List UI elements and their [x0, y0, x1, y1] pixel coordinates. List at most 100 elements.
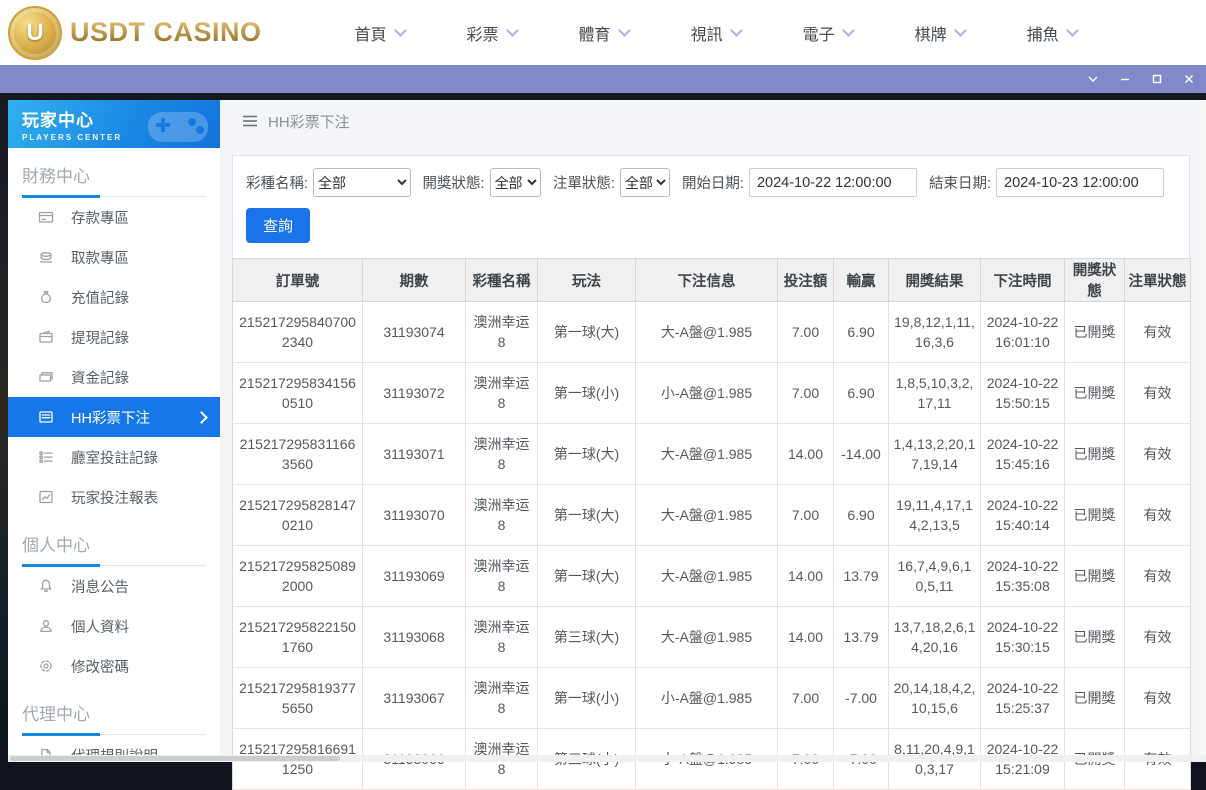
table-cell: 31193072	[363, 363, 466, 424]
column-header: 注單狀態	[1125, 259, 1191, 302]
table-cell: 有效	[1125, 485, 1191, 546]
table-cell: 2152172958407002340	[233, 302, 363, 363]
chevron-down-icon	[842, 24, 855, 37]
chevron-right-icon	[195, 411, 208, 424]
sidebar-item-profile[interactable]: 個人資料	[8, 606, 220, 646]
nav-item-6[interactable]: 捕魚	[996, 21, 1108, 45]
lottery-name-select[interactable]: 全部	[313, 168, 411, 197]
withdraw-icon	[38, 249, 54, 265]
table-cell: 澳洲幸运8	[466, 546, 538, 607]
lottery-name-label: 彩種名稱:	[246, 172, 308, 193]
table-cell: 第一球(大)	[538, 546, 636, 607]
table-cell: 2024-10-22 15:25:37	[981, 668, 1065, 729]
order-status-select[interactable]: 全部	[620, 168, 670, 197]
horizontal-scrollbar[interactable]	[8, 755, 1206, 762]
sidebar-item-lottery-bet[interactable]: HH彩票下注	[8, 397, 220, 437]
window-titlebar	[0, 65, 1206, 93]
nav-item-label: 視訊	[691, 21, 723, 45]
main-nav: 首頁 彩票 體育 視訊 電子棋牌捕魚	[324, 21, 1108, 45]
sidebar-item-announcement[interactable]: 消息公告	[8, 566, 220, 606]
draw-status-select[interactable]: 全部	[490, 168, 541, 197]
sidebar-item-deposit[interactable]: 存款專區	[8, 197, 220, 237]
column-header: 投注額	[778, 259, 834, 302]
start-date-input[interactable]	[749, 168, 917, 197]
chevron-down-icon	[394, 24, 407, 37]
table-cell: -7.00	[834, 668, 889, 729]
column-header: 彩種名稱	[466, 259, 538, 302]
usdt-coin-icon: U	[8, 6, 62, 60]
nav-item-label: 首頁	[355, 21, 387, 45]
withdrawal-record-icon	[38, 329, 54, 345]
end-date-label: 結束日期:	[929, 172, 991, 193]
lottery-bet-icon	[38, 409, 54, 425]
column-header: 輸贏	[834, 259, 889, 302]
scrollbar-thumb[interactable]	[10, 756, 340, 761]
table-cell: 已開獎	[1065, 363, 1125, 424]
window-close-icon[interactable]	[1174, 67, 1204, 91]
sidebar-item-player-report[interactable]: 玩家投注報表	[8, 477, 220, 517]
column-header: 下注時間	[981, 259, 1065, 302]
table-row: 215217295819377565031193067澳洲幸运8第一球(小)小-…	[233, 668, 1191, 729]
sidebar-item-withdrawal-record[interactable]: 提現記錄	[8, 317, 220, 357]
bet-records-table-wrap: 訂單號期數彩種名稱玩法下注信息投注額輸贏開獎結果下注時間開獎狀態注單狀態 215…	[232, 258, 1190, 790]
players-center-header: 玩家中心 PLAYERS CENTER	[8, 100, 220, 148]
nav-item-label: 體育	[579, 21, 611, 45]
sidebar-item-label: 提現記錄	[71, 327, 129, 348]
chevron-down-icon	[506, 24, 519, 37]
window-chevron-down-icon[interactable]	[1078, 67, 1108, 91]
table-row: 215217295822150176031193068澳洲幸运8第三球(大)大-…	[233, 607, 1191, 668]
table-cell: 31193068	[363, 607, 466, 668]
page-title: HH彩票下注	[268, 111, 350, 132]
fund-record-icon	[38, 369, 54, 385]
table-cell: 2152172958250892000	[233, 546, 363, 607]
sidebar-item-hall-bet-record[interactable]: 廳室投註記錄	[8, 437, 220, 477]
filter-panel: 彩種名稱: 全部 開獎狀態: 全部 注單狀態: 全部 開始日期: 結束日期: 查…	[232, 155, 1190, 261]
end-date-input[interactable]	[996, 168, 1164, 197]
column-header: 開獎狀態	[1065, 259, 1125, 302]
table-cell: 13.79	[834, 546, 889, 607]
sidebar-item-label: HH彩票下注	[71, 407, 150, 428]
table-cell: 2152172958193775650	[233, 668, 363, 729]
sidebar-item-label: 資金記錄	[71, 367, 129, 388]
bet-records-table: 訂單號期數彩種名稱玩法下注信息投注額輸贏開獎結果下注時間開獎狀態注單狀態 215…	[232, 258, 1191, 790]
table-cell: 第一球(大)	[538, 302, 636, 363]
table-cell: 已開獎	[1065, 546, 1125, 607]
table-cell: 2152172958221501760	[233, 607, 363, 668]
table-cell: 2152172958281470210	[233, 485, 363, 546]
nav-item-3[interactable]: 視訊	[660, 21, 772, 45]
logo[interactable]: U USDT CASINO	[8, 6, 262, 60]
table-cell: 有效	[1125, 668, 1191, 729]
table-cell: 19,8,12,1,11,16,3,6	[889, 302, 981, 363]
sidebar-item-withdraw[interactable]: 取款專區	[8, 237, 220, 277]
window-minimize-icon[interactable]	[1110, 67, 1140, 91]
table-cell: 大-A盤@1.985	[636, 607, 778, 668]
nav-item-label: 彩票	[467, 21, 499, 45]
vertical-scrollbar[interactable]	[1198, 100, 1206, 762]
table-cell: 第三球(大)	[538, 607, 636, 668]
password-icon	[38, 658, 54, 674]
table-cell: 2024-10-22 15:30:15	[981, 607, 1065, 668]
sidebar-item-fund-record[interactable]: 資金記錄	[8, 357, 220, 397]
table-cell: 有效	[1125, 546, 1191, 607]
start-date-label: 開始日期:	[682, 172, 744, 193]
nav-item-0[interactable]: 首頁	[324, 21, 436, 45]
window-maximize-icon[interactable]	[1142, 67, 1172, 91]
table-cell: 6.90	[834, 363, 889, 424]
table-cell: 第一球(大)	[538, 424, 636, 485]
sidebar: 玩家中心 PLAYERS CENTER 財務中心存款專區取款專區充值記錄提現記錄…	[8, 100, 220, 762]
profile-icon	[38, 618, 54, 634]
search-button[interactable]: 查詢	[246, 208, 310, 243]
sidebar-item-label: 修改密碼	[71, 656, 129, 677]
sidebar-item-password[interactable]: 修改密碼	[8, 646, 220, 686]
table-cell: 澳洲幸运8	[466, 607, 538, 668]
column-header: 開獎結果	[889, 259, 981, 302]
nav-item-4[interactable]: 電子	[772, 21, 884, 45]
sidebar-section-title: 個人中心	[22, 531, 206, 566]
table-cell: 16,7,4,9,6,10,5,11	[889, 546, 981, 607]
nav-item-5[interactable]: 棋牌	[884, 21, 996, 45]
hamburger-menu-icon[interactable]	[242, 114, 258, 128]
nav-item-1[interactable]: 彩票	[436, 21, 548, 45]
nav-item-2[interactable]: 體育	[548, 21, 660, 45]
sidebar-item-recharge-record[interactable]: 充值記錄	[8, 277, 220, 317]
table-cell: 已開獎	[1065, 607, 1125, 668]
